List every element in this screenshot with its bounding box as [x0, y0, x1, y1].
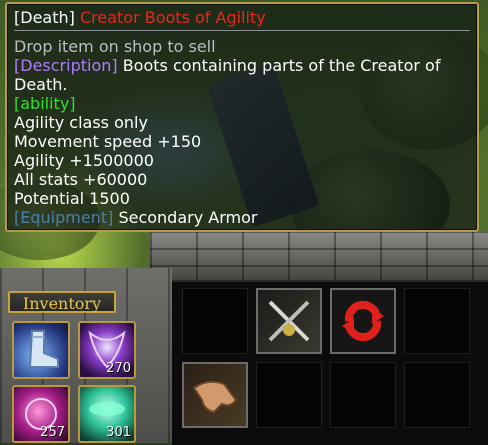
inventory-title: Inventory [8, 291, 116, 313]
inventory-slot-4[interactable]: 301 [78, 385, 136, 443]
tooltip-title: [Death] Creator Boots of Agility [14, 8, 470, 27]
shop-slot-refresh[interactable] [330, 288, 396, 354]
stat-line: All stats +60000 [14, 170, 148, 189]
slot-count: 270 [106, 361, 131, 376]
inventory-slot-1[interactable] [12, 321, 70, 379]
sell-hint: Drop item on shop to sell [14, 37, 216, 56]
equipment-text: Secondary Armor [118, 208, 258, 227]
red-refresh-icon [342, 300, 384, 342]
reaching-hand-icon [192, 380, 238, 414]
slot-count: 257 [40, 425, 65, 440]
inventory-slot-2[interactable]: 270 [78, 321, 136, 379]
shop-slot-hand[interactable] [182, 362, 248, 428]
crossed-swords-icon [268, 300, 310, 342]
stat-line: Agility class only [14, 113, 148, 132]
stat-line: Potential 1500 [14, 189, 130, 208]
equipment-tag: [Equipment] [14, 208, 114, 227]
boots-icon [28, 330, 59, 368]
inventory-slot-3[interactable]: 257 [12, 385, 70, 443]
item-tooltip: [Death] Creator Boots of Agility Drop it… [5, 2, 479, 232]
shop-slot-empty[interactable] [256, 362, 322, 428]
shop-slot-empty[interactable] [182, 288, 248, 354]
shop-slot-empty[interactable] [404, 288, 470, 354]
item-name: Creator Boots of Agility [79, 8, 266, 27]
ability-tag: [ability] [14, 94, 76, 113]
slot-count: 301 [106, 425, 131, 440]
description-tag: [Description] [14, 56, 118, 75]
stone-wall-frame [150, 232, 488, 284]
stat-line: Movement speed +150 [14, 132, 202, 151]
equipment: [Equipment] Secondary Armor [14, 208, 470, 227]
description: [Description] Boots containing parts of … [14, 56, 470, 94]
shop-grid [172, 280, 488, 445]
shop-slot-crossed-swords[interactable] [256, 288, 322, 354]
shop-slot-empty[interactable] [404, 362, 470, 428]
shop-slot-empty[interactable] [330, 362, 396, 428]
item-category: [Death] [14, 8, 75, 27]
tooltip-divider [14, 30, 470, 31]
stat-line: Agility +1500000 [14, 151, 154, 170]
